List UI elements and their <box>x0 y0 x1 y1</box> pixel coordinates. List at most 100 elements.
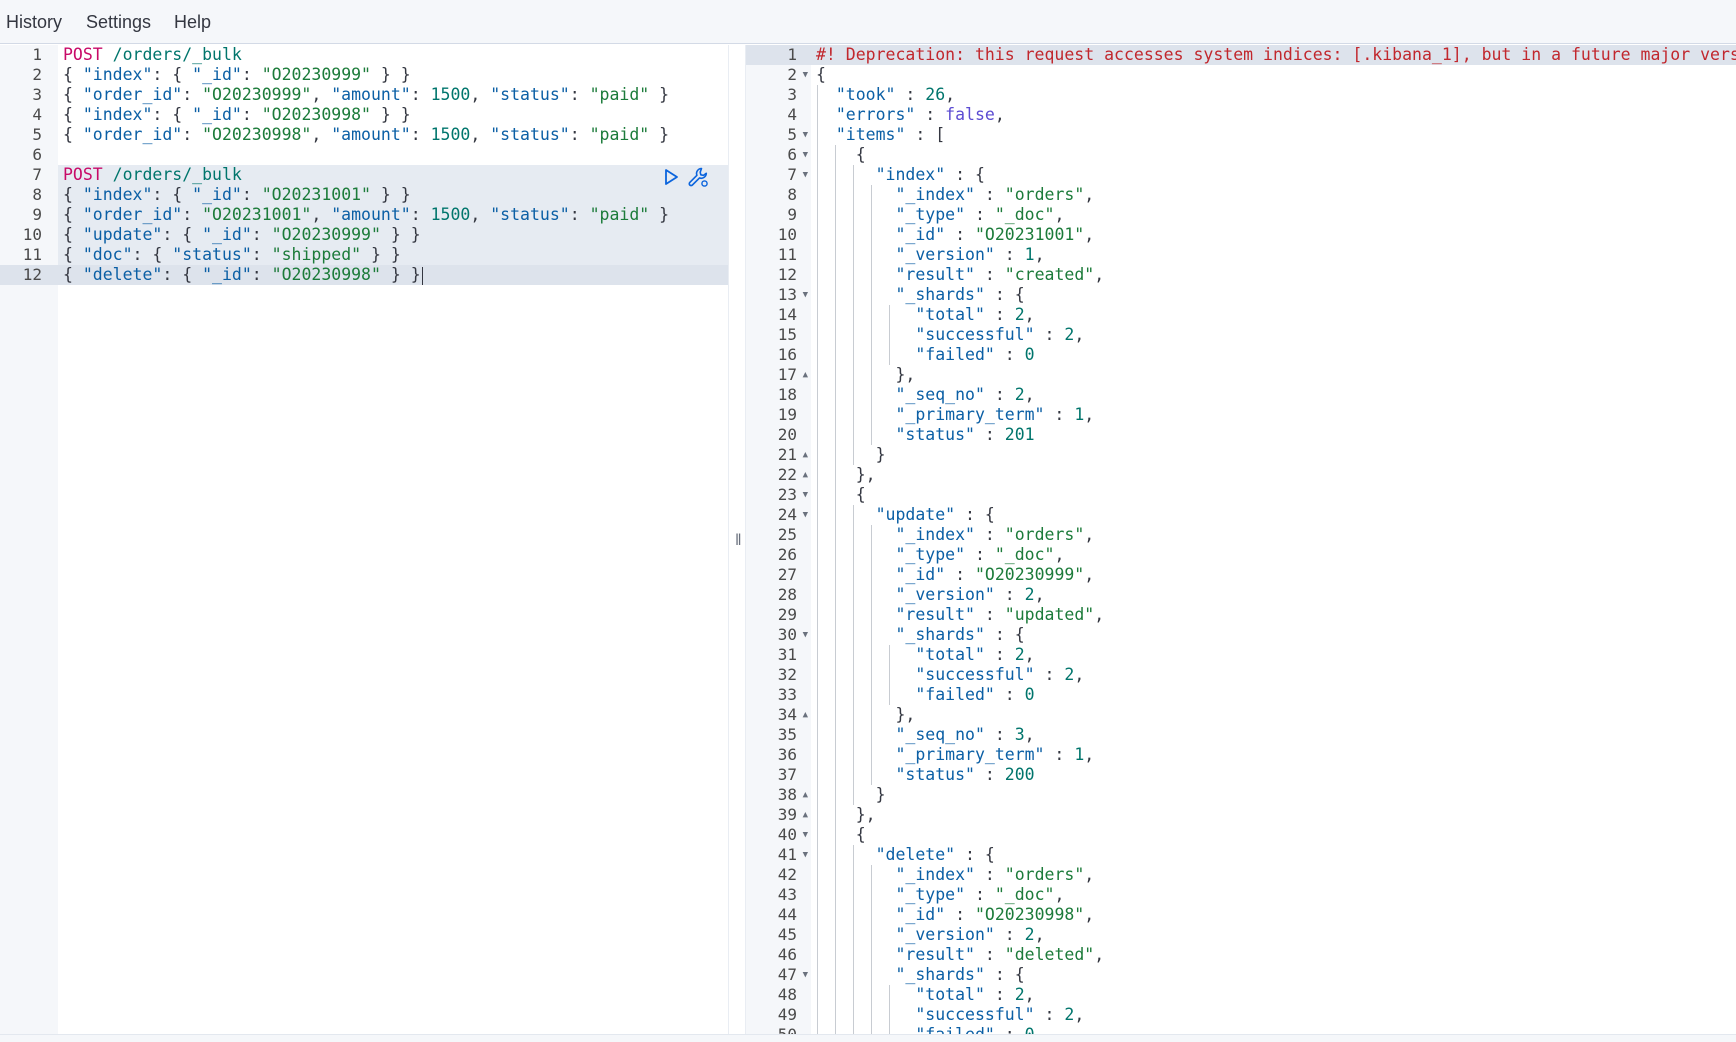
fold-chevron-down-icon[interactable]: ▼ <box>803 285 808 305</box>
fold-chevron-down-icon[interactable]: ▼ <box>803 845 808 865</box>
code-token: : <box>251 245 272 264</box>
indent-guide <box>817 945 818 965</box>
code-line: { "index": { "_id": "O20230999" } } <box>58 65 728 85</box>
line-number: 30 ▼ <box>746 625 811 645</box>
line-number-text: 49 <box>777 1005 797 1024</box>
code-line: "_shards" : { <box>811 285 1736 305</box>
fold-chevron-up-icon[interactable]: ▲ <box>803 365 808 385</box>
code-token: { <box>63 125 83 144</box>
indent-guide <box>817 865 818 885</box>
code-token: } } <box>380 225 421 244</box>
fold-chevron-down-icon[interactable]: ▼ <box>803 65 808 85</box>
code-token: : <box>994 345 1025 364</box>
indent-guide <box>871 645 872 665</box>
indent-guide <box>835 725 836 745</box>
fold-chevron-down-icon[interactable]: ▼ <box>803 165 808 185</box>
code-token: 2 <box>1064 665 1075 684</box>
menu-settings[interactable]: Settings <box>86 11 151 33</box>
indent-guide <box>835 305 836 325</box>
indent-guide <box>835 405 836 425</box>
resize-handle-icon[interactable]: ‖ <box>735 532 742 550</box>
code-token: : <box>569 125 590 144</box>
code-token: { <box>63 265 83 284</box>
indent-guide <box>817 525 818 545</box>
play-icon[interactable] <box>663 168 679 186</box>
code-token: "index" <box>82 105 153 124</box>
line-number-text: 7 <box>32 165 42 184</box>
indent-guide <box>853 965 854 985</box>
line-number: 9 <box>746 205 811 225</box>
code-token: : { <box>945 165 985 184</box>
code-token: "_doc" <box>994 205 1055 224</box>
fold-chevron-down-icon[interactable]: ▼ <box>803 965 808 985</box>
code-token: 1500 <box>430 85 471 104</box>
line-number: 14 <box>746 305 811 325</box>
fold-chevron-down-icon[interactable]: ▼ <box>803 485 808 505</box>
indent-guide <box>817 925 818 945</box>
request-editor[interactable]: 1 2 3 4 5 6 7 8 9 10 11 12 POST /orders/_bulk{ "ind… <box>0 45 728 1034</box>
indent-guide <box>853 945 854 965</box>
fold-chevron-up-icon[interactable]: ▲ <box>803 785 808 805</box>
line-number-text: 1 <box>787 45 797 64</box>
code-token: { <box>816 485 866 504</box>
request-code[interactable]: POST /orders/_bulk{ "index": { "_id": "O… <box>58 45 728 1034</box>
indent-guide <box>835 325 836 345</box>
indent-guide <box>853 1005 854 1025</box>
indent-guide <box>853 685 854 705</box>
code-token: : <box>994 685 1025 704</box>
fold-chevron-down-icon[interactable]: ▼ <box>803 145 808 165</box>
fold-chevron-down-icon[interactable]: ▼ <box>803 825 808 845</box>
fold-chevron-down-icon[interactable]: ▼ <box>803 125 808 145</box>
fold-chevron-down-icon[interactable]: ▼ <box>803 625 808 645</box>
indent-guide <box>835 865 836 885</box>
fold-chevron-down-icon[interactable]: ▼ <box>803 505 808 525</box>
line-number: 8 <box>746 185 811 205</box>
code-token: }, <box>816 465 876 484</box>
code-token: "_index" <box>895 865 975 884</box>
code-token: { <box>63 65 83 84</box>
code-token: "successful" <box>915 665 1035 684</box>
fold-chevron-up-icon[interactable]: ▲ <box>803 705 808 725</box>
wrench-icon[interactable] <box>687 166 709 188</box>
code-token: "status" <box>490 85 570 104</box>
panel-resizer[interactable]: ‖ <box>728 45 746 1034</box>
indent-guide <box>871 225 872 245</box>
line-number-text: 17 <box>777 365 797 384</box>
indent-guide <box>871 525 872 545</box>
line-number: 11 <box>746 245 811 265</box>
code-token: "O20230998" <box>202 125 312 144</box>
indent-guide <box>835 525 836 545</box>
line-number-text: 33 <box>777 685 797 704</box>
code-token: "_version" <box>895 245 995 264</box>
indent-guide <box>853 325 854 345</box>
code-token: "_id" <box>202 225 252 244</box>
code-token: , <box>311 205 332 224</box>
indent-guide <box>853 185 854 205</box>
indent-guide <box>835 645 836 665</box>
code-token: "O20230998" <box>271 265 381 284</box>
line-number: 21 ▲ <box>746 445 811 465</box>
fold-chevron-up-icon[interactable]: ▲ <box>803 445 808 465</box>
code-token: : <box>994 585 1025 604</box>
line-number: 45 <box>746 925 811 945</box>
response-editor[interactable]: 1 2 ▼ 3 4 5 ▼ 6 ▼ 7 ▼ 8 9 10 11 12 13 ▼ 14 15 16 17 ▲ 18 19 20 21 ▲… <box>746 45 1736 1034</box>
code-token: : <box>251 225 272 244</box>
line-number-text: 27 <box>777 565 797 584</box>
code-token: "total" <box>915 985 985 1004</box>
indent-guide <box>817 605 818 625</box>
code-token: , <box>1084 525 1095 544</box>
code-token: : <box>974 605 1005 624</box>
fold-chevron-up-icon[interactable]: ▲ <box>803 805 808 825</box>
menu-help[interactable]: Help <box>174 11 211 33</box>
menu-history[interactable]: History <box>6 11 62 33</box>
line-number: 32 <box>746 665 811 685</box>
fold-chevron-up-icon[interactable]: ▲ <box>803 465 808 485</box>
indent-guide <box>853 925 854 945</box>
indent-guide <box>853 545 854 565</box>
indent-guide <box>853 345 854 365</box>
